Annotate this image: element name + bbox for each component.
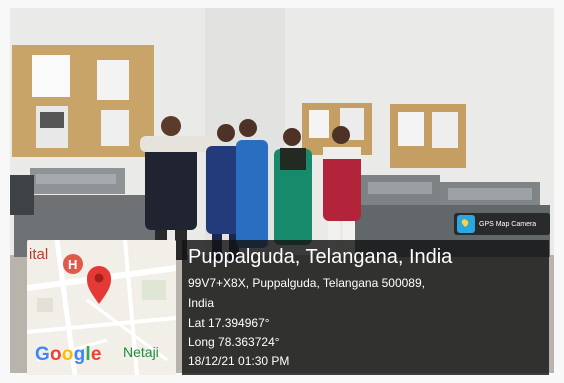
map-thumbnail: H ital Netaji Google — [27, 240, 176, 375]
google-logo-letter: e — [90, 344, 102, 365]
google-logo-letter: o — [61, 344, 74, 365]
google-logo-letter: g — [73, 344, 86, 365]
location-panel: Puppalguda, Telangana, India 99V7+X8X, P… — [182, 240, 549, 375]
map-label-partial: ital — [29, 246, 49, 263]
address-line-2: India — [188, 296, 215, 310]
notice-board-right — [390, 104, 466, 168]
geotagged-photo: GPS Map Camera H ital Netaji Google Pupp… — [0, 0, 564, 383]
hospital-marker-letter: H — [68, 257, 77, 272]
notice-board-left — [12, 45, 154, 157]
datetime-text: 18/12/21 01:30 PM — [188, 354, 290, 368]
gps-map-camera-badge: GPS Map Camera — [454, 213, 550, 235]
longitude-text: Long 78.363724° — [188, 335, 280, 349]
google-logo-letter: o — [49, 344, 62, 365]
google-logo: Google — [35, 344, 102, 366]
place-name: Puppalguda, Telangana, India — [188, 246, 453, 268]
address-line-1: 99V7+X8X, Puppalguda, Telangana 500089, — [188, 276, 425, 290]
map-label-area: Netaji — [123, 344, 159, 360]
google-logo-letter: G — [35, 344, 50, 365]
latitude-text: Lat 17.394967° — [188, 316, 270, 330]
geotag-overlay: H ital Netaji Google Puppalguda, Telanga… — [27, 240, 549, 375]
gps-map-camera-icon — [457, 215, 475, 233]
gps-map-camera-label: GPS Map Camera — [479, 220, 537, 228]
